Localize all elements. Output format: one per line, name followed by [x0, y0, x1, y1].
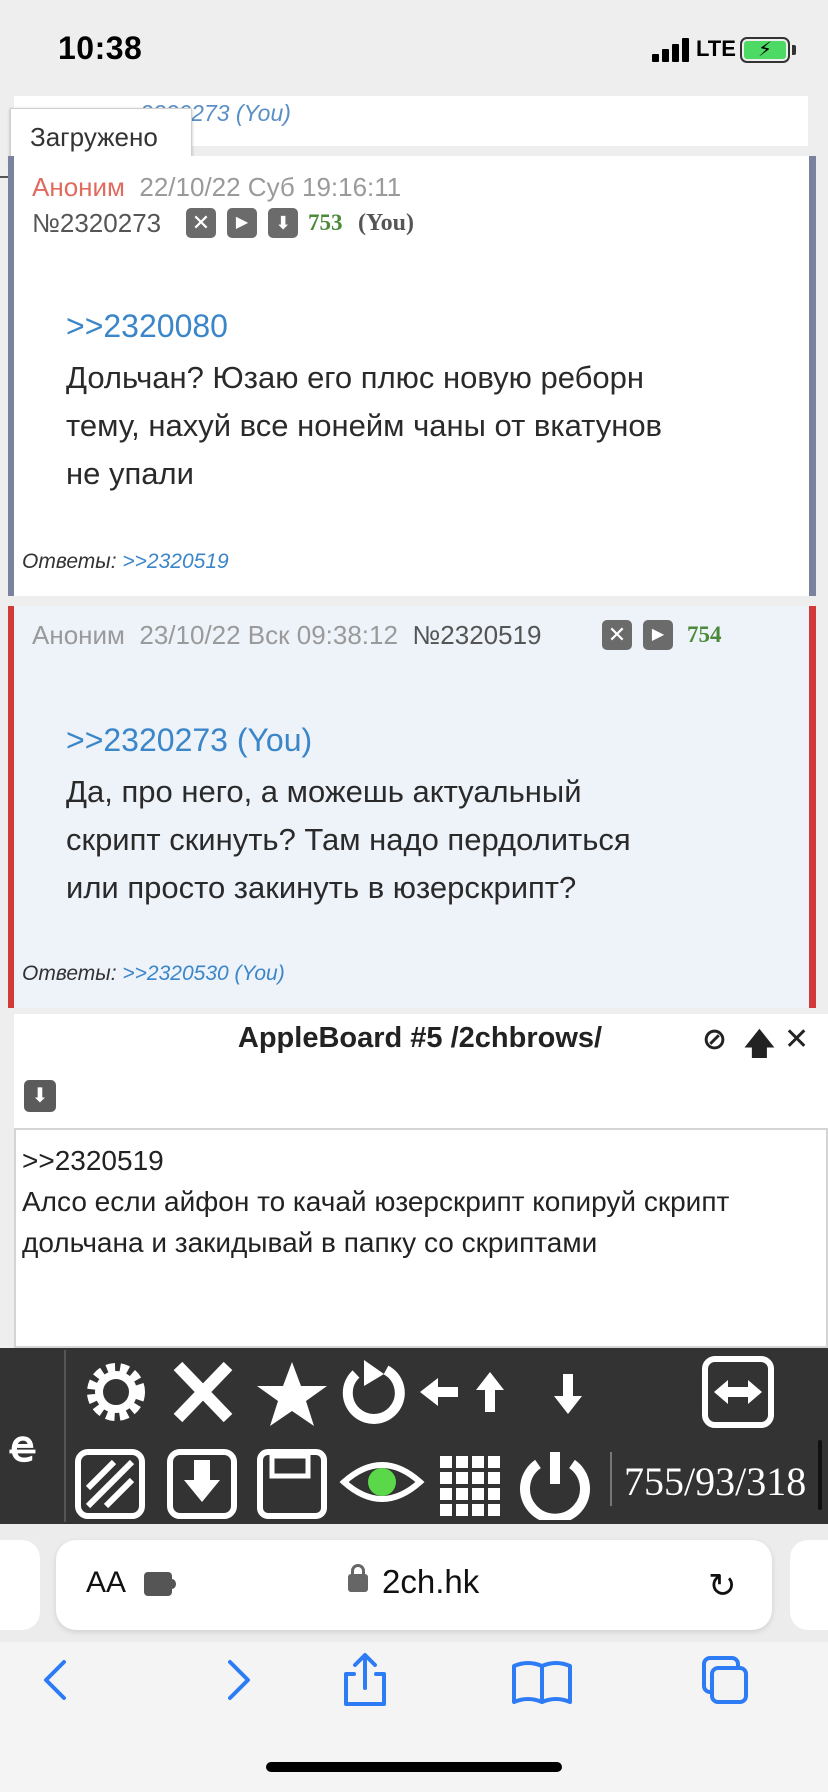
reply-reflink[interactable]: >>2320080 [66, 308, 228, 345]
star-icon[interactable] [257, 1362, 327, 1426]
back-icon[interactable] [44, 1660, 66, 1700]
post-date: 22/10/22 Суб 19:16:11 [139, 172, 402, 202]
post-body-line: тему, нахуй все нонейм чаны от вкатунов [66, 408, 663, 443]
play-icon[interactable]: ▶ [643, 620, 673, 650]
board-logo-icon[interactable]: ꬳ [10, 1414, 35, 1474]
download-icon[interactable]: ⬇ [24, 1080, 56, 1112]
post-body: Да, про него, а можешь актуальный скрипт… [66, 768, 631, 912]
network-label: LTE [696, 36, 736, 61]
battery-cap [792, 45, 796, 55]
replies-label: Ответы: [22, 550, 117, 573]
post-2320519: Аноним 23/10/22 Вск 09:38:12 №2320519 ✕ … [8, 606, 816, 1008]
post-author: Аноним [32, 172, 125, 202]
extension-icon-knob [168, 1579, 176, 1589]
signal-icon [652, 38, 690, 62]
eye-icon[interactable] [339, 1462, 425, 1502]
post-number[interactable]: №2320273 [32, 208, 161, 239]
status-time: 10:38 [58, 30, 143, 66]
post-date: 23/10/22 Вск 09:38:12 [139, 620, 398, 650]
post-body: Дольчан? Юзаю его плюс новую реборн тему… [66, 354, 662, 498]
forward-icon[interactable] [228, 1660, 250, 1700]
toolbar-icons [75, 1360, 590, 1520]
refresh-icon[interactable] [342, 1360, 405, 1424]
gear-icon[interactable] [87, 1363, 145, 1421]
hide-icon[interactable]: ✕ [186, 208, 216, 238]
tooltip-text: Загружено [30, 122, 158, 152]
post-number[interactable]: №2320519 [412, 620, 541, 650]
post-replies: Ответы: >>2320530 (You) [22, 962, 285, 986]
post-count: 754 [687, 622, 722, 647]
replies-label: Ответы: [22, 962, 117, 985]
save-icon[interactable] [257, 1449, 327, 1519]
url-text[interactable]: 2ch.hk [382, 1563, 479, 1601]
tabs-icon[interactable] [702, 1656, 748, 1704]
reply-reflink[interactable]: >>2320273 (You) [66, 722, 312, 759]
home-indicator[interactable] [266, 1762, 562, 1772]
close-icon[interactable] [173, 1361, 233, 1423]
share-icon[interactable] [344, 1653, 386, 1706]
arrow-left-icon[interactable] [420, 1378, 458, 1406]
reload-icon[interactable]: ↻ [708, 1566, 737, 1606]
replies-link[interactable]: >>2320530 (You) [122, 962, 284, 985]
you-label: (You) [358, 210, 415, 236]
nav-icons [44, 1653, 748, 1706]
previous-tab[interactable] [0, 1540, 40, 1630]
toolbar-scrollbar[interactable] [818, 1440, 822, 1510]
reply-line: Алсо если айфон то качай юзерскрипт копи… [22, 1186, 730, 1217]
post-body-line: не упали [66, 456, 194, 491]
reply-form-title: AppleBoard #5 /2chbrows/ [237, 1022, 603, 1054]
grid-icon[interactable] [440, 1456, 500, 1516]
post-count: 753 [308, 210, 343, 235]
replies-link[interactable]: >>2320519 [122, 550, 228, 573]
post-replies: Ответы: >>2320519 [22, 550, 229, 574]
post-body-line: или просто закинуть в юзерскрипт? [66, 870, 577, 905]
post-body-line: Да, про него, а можешь актуальный [66, 774, 582, 809]
battery-icon: ⚡ [740, 37, 790, 63]
close-icon[interactable]: ✕ [784, 1022, 809, 1057]
lock-icon [348, 1574, 368, 1592]
arrow-up-icon[interactable] [476, 1372, 504, 1412]
arrow-up-icon[interactable]: 🡅 [744, 1022, 775, 1073]
post-body-line: Дольчан? Юзаю его плюс новую реборн [66, 360, 645, 395]
post-author: Аноним [32, 620, 125, 650]
download-icon[interactable]: ⬇ [268, 208, 298, 238]
reply-line: дольчана и закидывай в папку со скриптам… [22, 1227, 598, 1258]
block-icon[interactable]: ⊘ [702, 1022, 727, 1057]
toolbar-divider [64, 1350, 66, 1522]
download-icon[interactable] [167, 1449, 237, 1519]
pattern-icon[interactable] [75, 1449, 145, 1519]
play-icon[interactable]: ▶ [227, 208, 257, 238]
counter-divider [610, 1452, 612, 1506]
reply-line: >>2320519 [22, 1145, 164, 1176]
next-tab[interactable] [790, 1540, 828, 1630]
post-2320273: Аноним 22/10/22 Суб 19:16:11 №2320273 ✕ … [8, 156, 816, 596]
post-body-line: скрипт скинуть? Там надо пердолиться [66, 822, 631, 857]
hide-icon[interactable]: ✕ [602, 620, 632, 650]
text-size-button[interactable]: AA [86, 1566, 126, 1600]
post-counter: 755/93/318 [624, 1459, 807, 1504]
power-icon[interactable] [520, 1452, 590, 1520]
arrow-down-icon[interactable] [554, 1374, 582, 1414]
fullscreen-icon[interactable] [702, 1356, 774, 1428]
bookmarks-icon[interactable] [512, 1661, 572, 1704]
reply-textarea[interactable]: >>2320519 Алсо если айфон то качай юзерс… [14, 1128, 828, 1348]
